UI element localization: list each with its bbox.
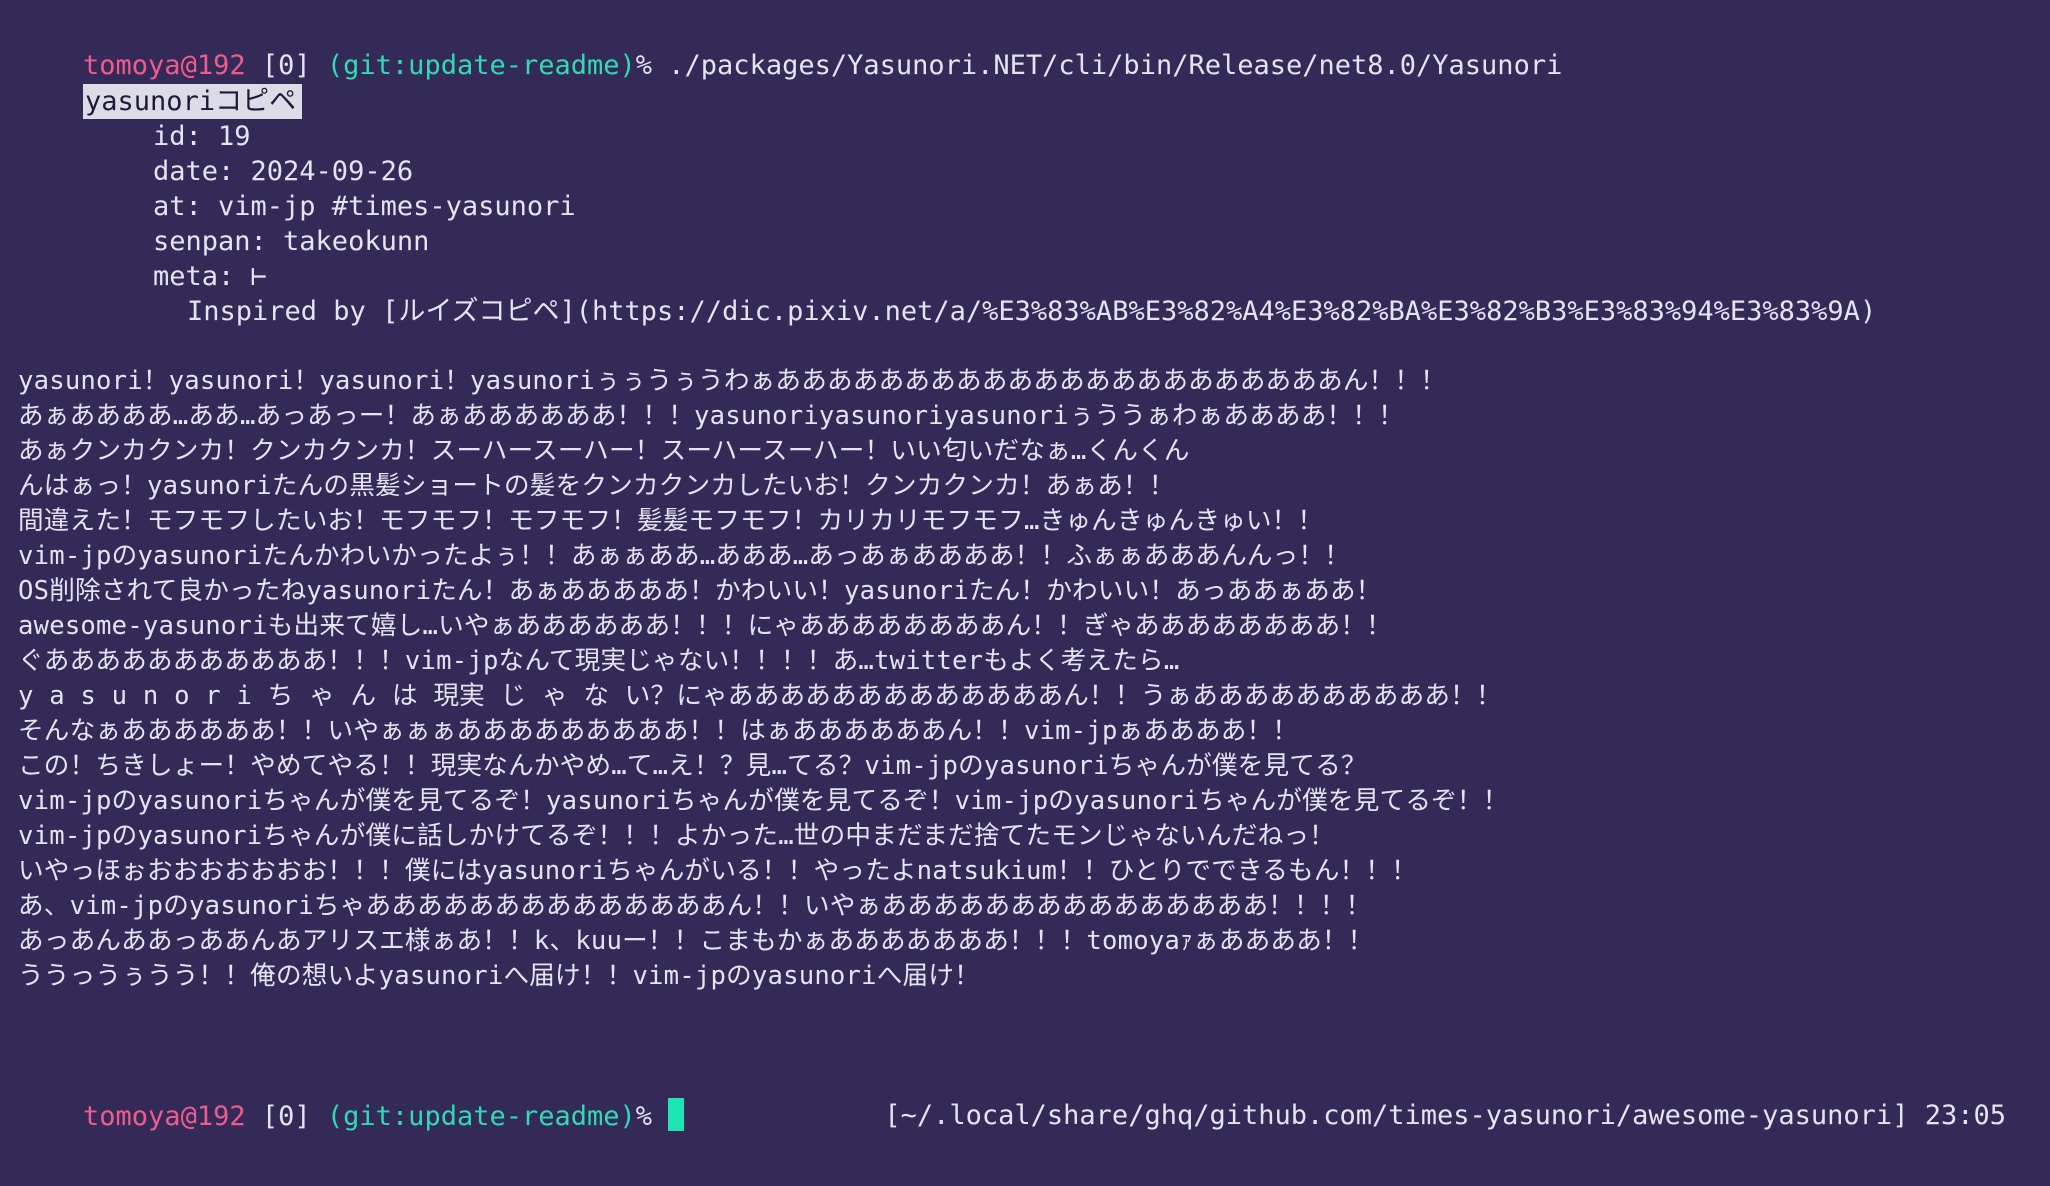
content-line: あ、vim-jpのyasunoriちゃああああああああああああああん！！いやぁあ… [18,891,1372,921]
entry-date: date: 2024-09-26 [153,156,414,187]
prompt-branch: (git:update-readme) [326,1101,636,1132]
content-line: この！ちきしょー！やめてやる！！現実なんかやめ…て…え！？見…てる？vim-jp… [18,751,1367,781]
content-line: OS削除されて良かったねyasunoriたん！あぁあああああ！かわいい！yasu… [18,576,1382,606]
entry-meta: meta: ⊢ [153,261,267,292]
current-prompt-line[interactable]: tomoya@192 [0] (git:update-readme)% [18,1063,685,1132]
content-line: awesome-yasunoriも出来て嬉し…いやぁああああああ！！！にゃあああ… [18,611,1392,641]
clock-time: 23:05 [1924,1100,2006,1131]
entry-senpan: senpan: takeokunn [153,226,430,257]
right-prompt: [~/.local/share/ghq/github.com/times-yas… [819,1063,2006,1131]
content-line: yasunori！yasunori！yasunori！yasunoriぅぅうぅう… [18,366,1447,396]
content-line: あぁクンカクンカ！クンカクンカ！スーハースーハー！スーハースーハー！いい匂いだな… [18,436,1190,466]
content-line: いやっほぉおおおおおおお！！！僕にはyasunoriちゃんがいる！！やったよna… [18,856,1417,886]
entry-title: yasunoriコピペ [83,84,303,119]
entry-title-line: yasunoriコピペ [18,49,303,119]
prompt-symbol: % [635,1101,653,1132]
prompt-symbol: % [635,50,653,81]
content-line: そんなぁああああああ！！いやぁぁぁあああああああああ！！はぁああああああん！！v… [18,716,1299,746]
prompt-index: [0] [261,1101,311,1132]
entry-id: id: 19 [153,121,251,152]
terminal-window[interactable]: tomoya@192 [0] (git:update-readme)% ./pa… [0,0,2050,1186]
working-directory-path: [~/.local/share/ghq/github.com/times-yas… [884,1100,1909,1131]
content-line: ぐあああああああああああ！！！vim-jpなんて現実じゃない！！！！あ…twit… [18,646,1180,676]
content-line: ううっうぅうう！！俺の想いよyasunoriへ届け！！vim-jpのyasuno… [18,961,980,991]
prompt-user-host: tomoya@192 [83,1101,246,1132]
content-line: vim-jpのyasunoriちゃんが僕を見てるぞ！yasunoriちゃんが僕を… [18,786,1509,816]
entry-at: at: vim-jp #times-yasunori [153,191,576,222]
content-line: y a s u n o r i ち ゃ ん は 現実 じ ゃ な い？にゃあああ… [18,681,1502,711]
content-line: vim-jpのyasunoriたんかわいかったよぅ！！あぁぁああ…あああ…あっあ… [18,541,1351,571]
content-line: あっあんああっああんあアリスエ様ぁあ！！k、kuuー！！こまもかぁあああああああ… [18,926,1374,956]
content-line: vim-jpのyasunoriちゃんが僕に話しかけてるぞ！！！よかった…世の中ま… [18,821,1335,851]
command-text: ./packages/Yasunori.NET/cli/bin/Release/… [652,50,1563,81]
command-line: tomoya@192 [0] (git:update-readme)% ./pa… [18,13,1562,81]
content-line: あぁああああ…ああ…あっあっー！あぁああああああ！！！yasunoriyasun… [18,401,1404,431]
entry-meta-detail: Inspired by [ルイズコピペ](https://dic.pixiv.n… [187,296,1877,327]
prompt-branch: (git:update-readme) [326,50,636,81]
content-line: んはぁっ！yasunoriたんの黒髪ショートの髪をクンカクンカしたいお！クンカク… [18,471,1175,501]
content-line: 間違えた！モフモフしたいお！モフモフ！モフモフ！髪髪モフモフ！カリカリモフモフ…… [18,506,1324,536]
text-cursor[interactable] [668,1098,685,1131]
